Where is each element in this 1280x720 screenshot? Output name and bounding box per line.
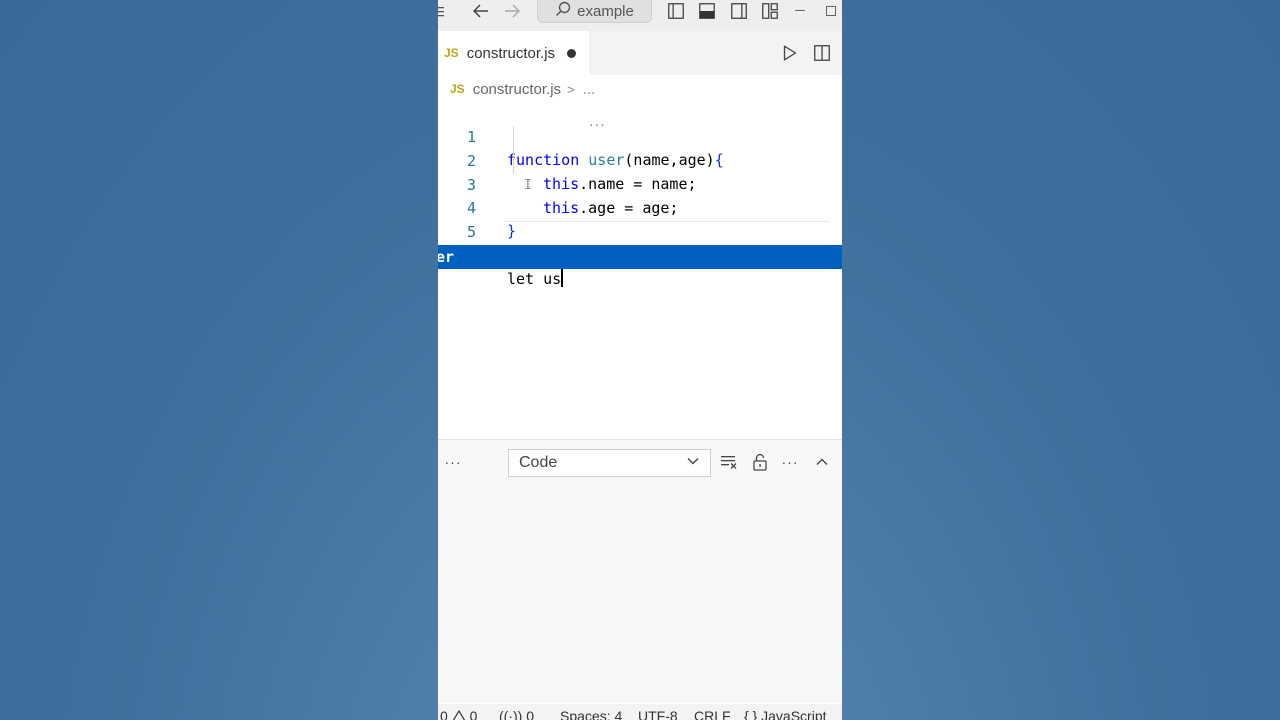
code-line: 2 this.name = name; bbox=[438, 126, 842, 194]
output-channel-select[interactable]: Code bbox=[508, 449, 711, 477]
ports-count: 0 bbox=[526, 708, 534, 720]
ports-status[interactable]: ((·)) 0 bbox=[499, 708, 534, 720]
select-value: Code bbox=[519, 454, 558, 471]
error-count: 0 bbox=[440, 708, 448, 720]
code-line: 4 } bbox=[438, 173, 842, 241]
broadcast-icon: ((·)) bbox=[499, 708, 523, 720]
chevron-up-icon[interactable] bbox=[811, 450, 833, 474]
code-editor[interactable]: 1 function user(name,age){ ··· 2 this.na… bbox=[438, 0, 842, 288]
indentation-status[interactable]: Spaces: 4 bbox=[560, 708, 622, 720]
output-panel-body[interactable] bbox=[438, 484, 842, 703]
mouse-ibeam-icon: I bbox=[524, 178, 532, 193]
code-line: 6 let us bbox=[438, 221, 842, 288]
eol-status[interactable]: CRLF bbox=[694, 708, 731, 720]
warning-count: 0 bbox=[469, 708, 478, 720]
vscode-window: example JS constructor.js JS constructor… bbox=[438, 0, 842, 720]
typed-text: let us bbox=[507, 270, 562, 289]
problems-status[interactable]: 0 0 bbox=[440, 708, 477, 720]
language-status[interactable]: { } JavaScript bbox=[744, 708, 827, 720]
suggestion-item-selected[interactable]: er bbox=[438, 245, 842, 269]
text-cursor bbox=[561, 269, 564, 288]
chevron-down-icon bbox=[686, 454, 700, 471]
code-line: 5 bbox=[438, 197, 842, 241]
panel-header: ··· Code ··· bbox=[438, 440, 842, 484]
encoding-status[interactable]: UTF-8 bbox=[638, 708, 678, 720]
code-text: let us bbox=[507, 268, 564, 292]
code-line: 1 function user(name,age){ bbox=[438, 102, 842, 170]
clear-output-icon[interactable] bbox=[718, 450, 740, 474]
panel-more-actions-icon[interactable]: ··· bbox=[779, 450, 801, 474]
indent-guide bbox=[513, 126, 514, 174]
braces-icon: { } bbox=[744, 708, 758, 720]
more-actions-icon[interactable]: ··· bbox=[442, 450, 464, 474]
suggestion-text: er bbox=[438, 248, 455, 266]
status-bar: 0 0 ((·)) 0 Spaces: 4 UTF-8 CRLF { } Jav… bbox=[438, 704, 842, 720]
code-line: 3 this.age = age; bbox=[438, 150, 842, 218]
lock-scroll-icon[interactable] bbox=[749, 450, 771, 474]
language-label: JavaScript bbox=[761, 708, 827, 720]
warning-icon bbox=[452, 709, 465, 720]
